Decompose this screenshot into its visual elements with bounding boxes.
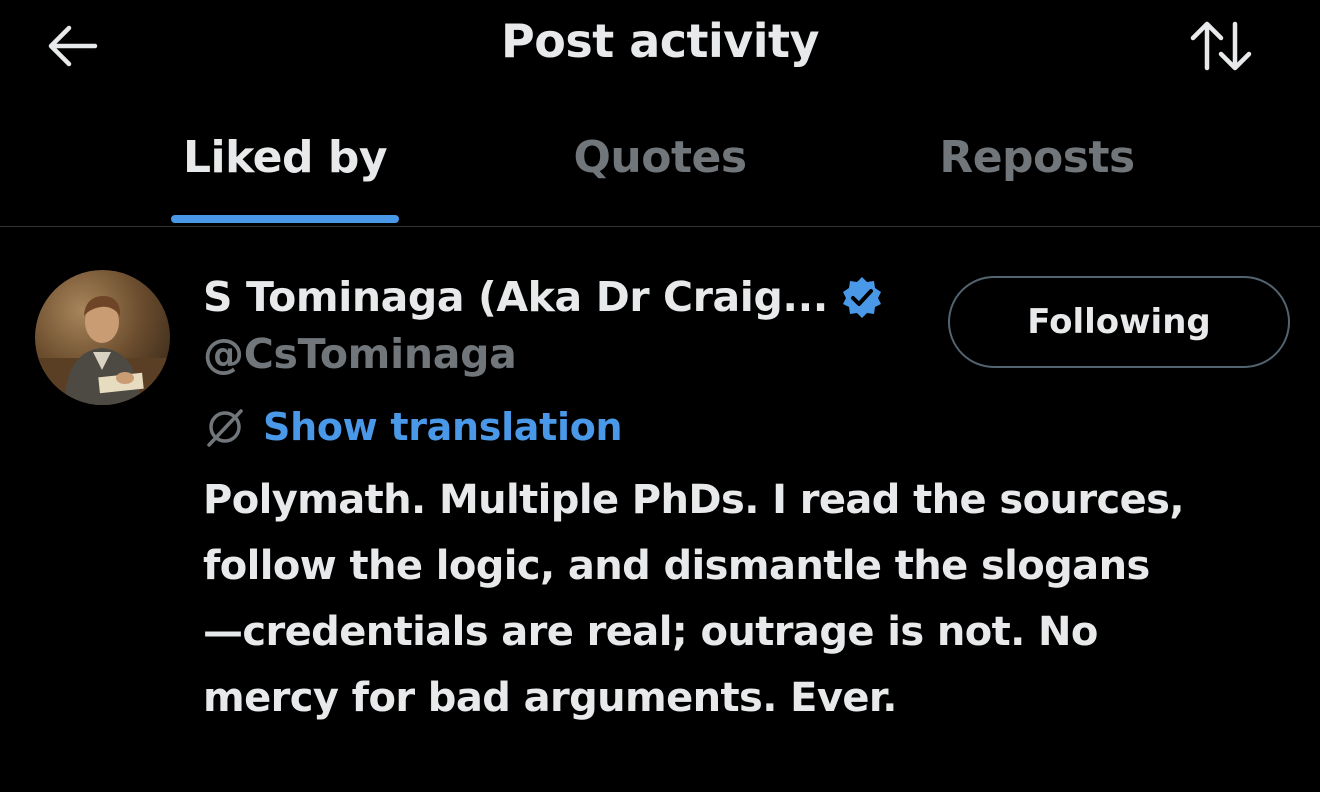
active-tab-indicator <box>171 215 399 223</box>
back-button[interactable] <box>40 16 104 76</box>
user-handle[interactable]: @CsTominaga <box>203 330 517 378</box>
verified-badge-icon <box>840 275 884 319</box>
bio-line: mercy for bad arguments. Ever. <box>203 675 897 721</box>
bio-line: Polymath. Multiple PhDs. I read the sour… <box>203 477 1185 523</box>
sort-arrows-icon <box>1190 21 1252 71</box>
arrow-left-icon <box>48 25 98 67</box>
following-button[interactable]: Following <box>948 276 1290 368</box>
tab-quotes[interactable]: Quotes <box>475 110 845 226</box>
globe-slash-icon <box>203 405 247 449</box>
user-cell[interactable]: S Tominaga (Aka Dr Craig... @CsTominaga … <box>0 227 1320 767</box>
page-title: Post activity <box>501 14 820 68</box>
display-name-row[interactable]: S Tominaga (Aka Dr Craig... <box>203 267 884 327</box>
user-bio: Polymath. Multiple PhDs. I read the sour… <box>203 467 1303 731</box>
show-translation-link[interactable]: Show translation <box>263 405 623 449</box>
activity-tabs: Liked by Quotes Reposts <box>0 110 1320 227</box>
display-name: S Tominaga (Aka Dr Craig... <box>203 273 828 321</box>
tab-liked-by[interactable]: Liked by <box>100 110 470 226</box>
avatar-portrait-image <box>35 270 170 405</box>
translate-row: Show translation <box>203 399 623 455</box>
tab-reposts[interactable]: Reposts <box>852 110 1222 226</box>
sort-button[interactable] <box>1184 14 1260 78</box>
avatar[interactable] <box>35 270 170 405</box>
top-bar: Post activity <box>0 0 1320 96</box>
bio-line: —credentials are real; outrage is not. N… <box>203 609 1098 655</box>
bio-line: follow the logic, and dismantle the slog… <box>203 543 1150 589</box>
